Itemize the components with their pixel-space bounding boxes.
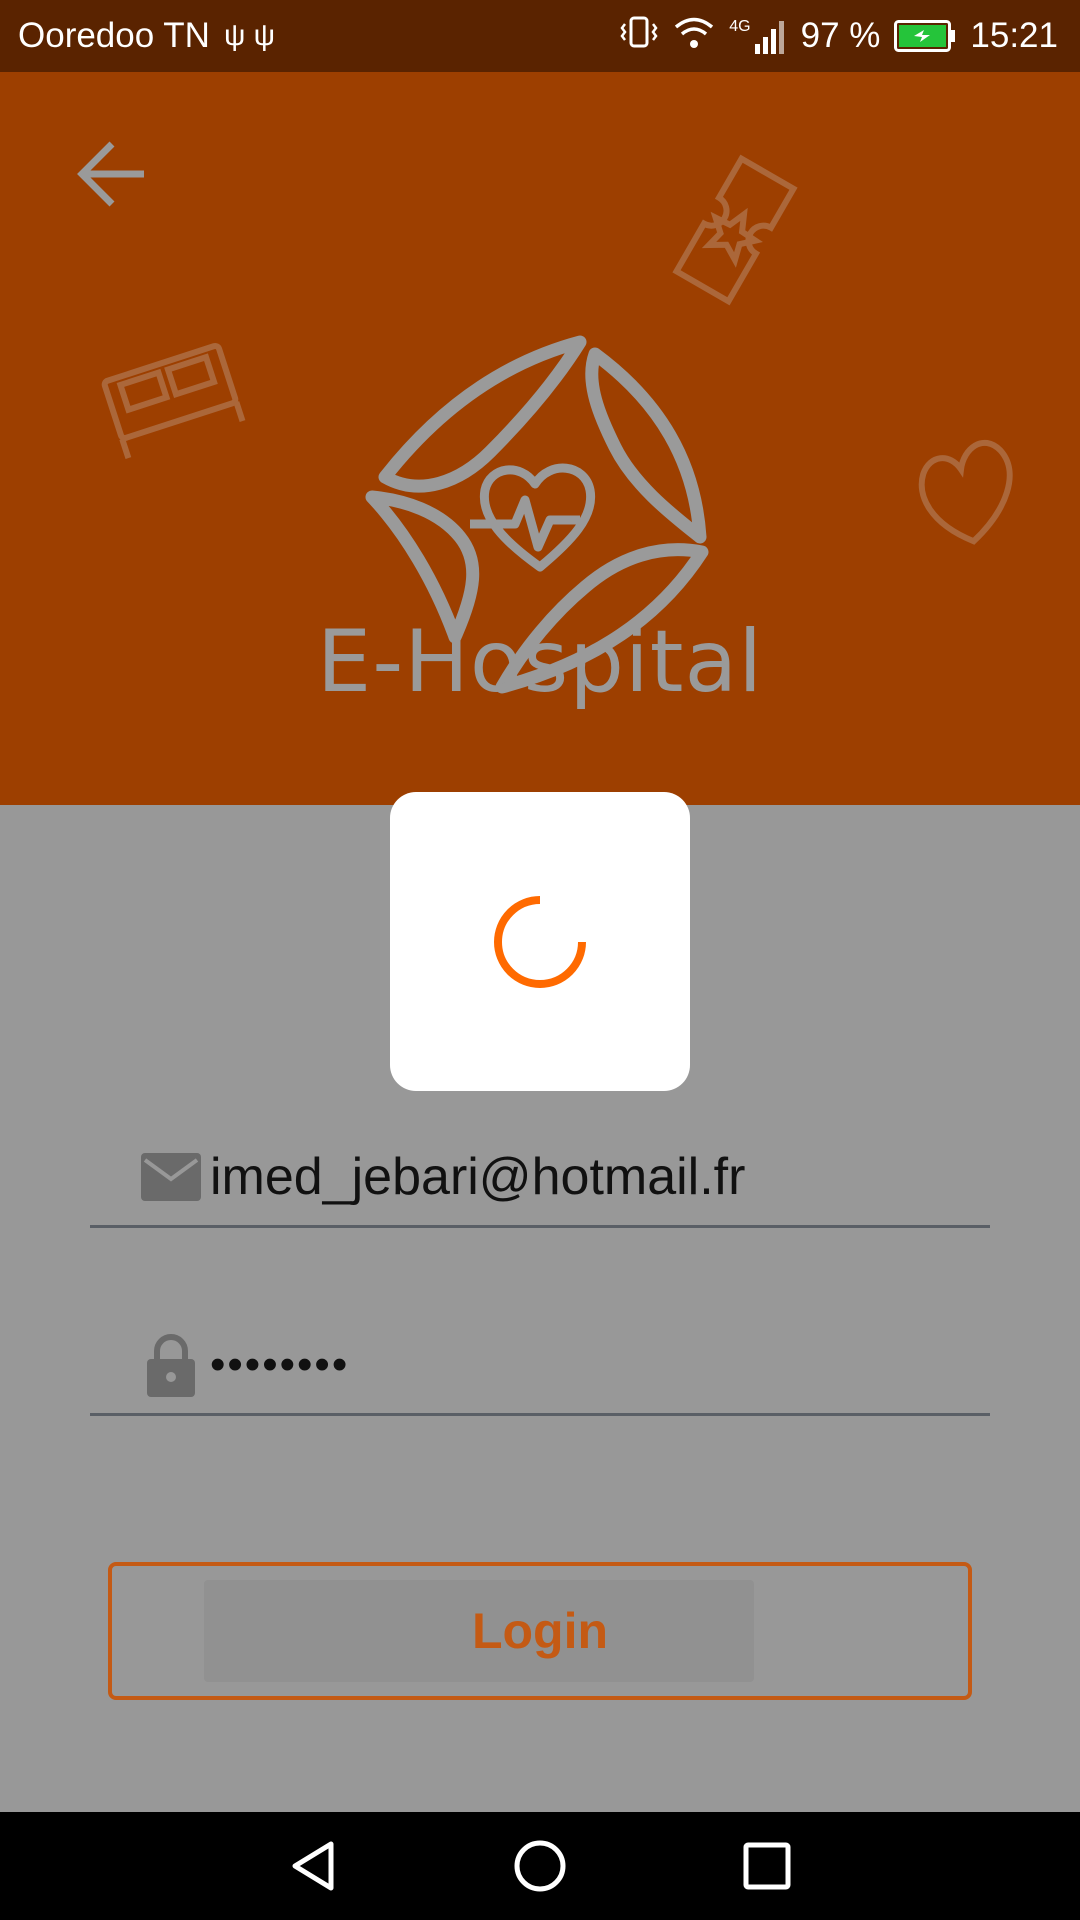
- carrier-name: Ooredoo TN: [18, 16, 210, 55]
- wifi-icon: [673, 12, 715, 61]
- login-label: Login: [471, 1603, 609, 1659]
- login-button[interactable]: Login: [108, 1562, 972, 1700]
- battery-icon: [894, 20, 956, 52]
- back-button[interactable]: [62, 124, 162, 224]
- loading-dialog: [390, 792, 690, 1091]
- app-name: E-Hospital: [316, 612, 764, 712]
- email-field[interactable]: imed_jebari@hotmail.fr: [90, 1128, 990, 1228]
- network-type: 4G: [729, 18, 751, 35]
- vibrate-icon: [619, 12, 659, 61]
- nav-home-icon: [514, 1840, 566, 1892]
- status-left: Ooredoo TN ψ ψ: [18, 16, 275, 56]
- arrow-back-icon: [77, 141, 144, 207]
- status-bar: Ooredoo TN ψ ψ 4G 97 % 15:21: [0, 0, 1080, 72]
- nav-back-icon: [292, 1841, 334, 1891]
- email-icon: [140, 1152, 202, 1202]
- heart-outline-icon: [918, 439, 1013, 545]
- password-input[interactable]: ••••••••: [210, 1340, 349, 1390]
- status-right: 4G 97 % 15:21: [619, 12, 1058, 61]
- nav-recents-icon: [743, 1842, 791, 1890]
- header-banner: E-Hospital: [0, 72, 1080, 805]
- clock: 15:21: [970, 16, 1058, 55]
- nav-home-button[interactable]: [495, 1821, 585, 1911]
- battery-percent: 97 %: [800, 16, 881, 55]
- loading-spinner-icon: [494, 895, 586, 988]
- email-input[interactable]: imed_jebari@hotmail.fr: [210, 1147, 745, 1207]
- usb-icon: ψ ψ: [223, 19, 276, 52]
- lock-icon: [140, 1333, 202, 1397]
- bed-icon: [101, 342, 246, 460]
- system-nav-bar: [0, 1812, 1080, 1920]
- password-field[interactable]: ••••••••: [90, 1316, 990, 1416]
- nav-recents-button[interactable]: [722, 1821, 812, 1911]
- signal-icon: 4G: [729, 18, 786, 54]
- nav-back-button[interactable]: [268, 1821, 358, 1911]
